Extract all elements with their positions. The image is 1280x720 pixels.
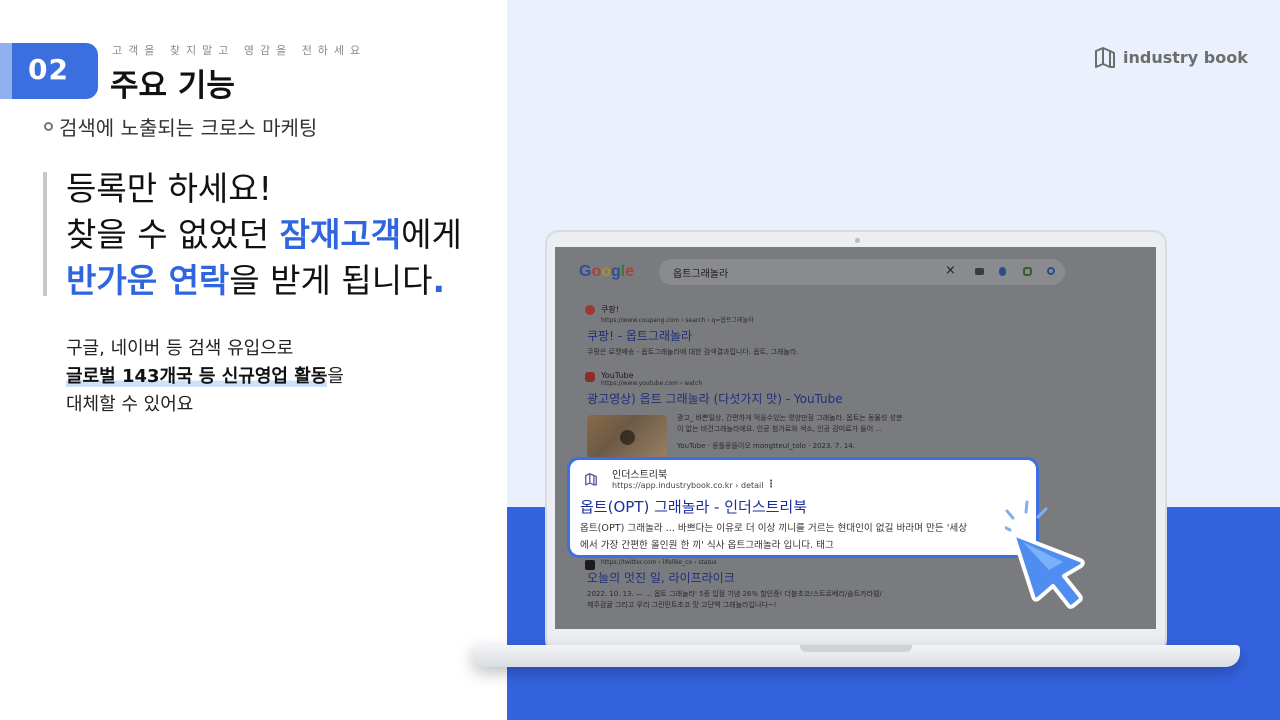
search-result[interactable]: https://twitter.com › lifelike_co › stat… [585,559,882,611]
description-line-2: 글로벌 143개국 등 신규영업 활동을 [66,363,344,391]
subtitle-text: 검색에 노출되는 크로스 마케팅 [59,116,318,140]
headline-text: 찾을 수 없었던 [66,215,280,254]
headline-text: 을 받게 됩니다 [229,261,433,300]
brand-logo: industry book [1093,45,1248,69]
youtube-favicon-icon [585,372,595,382]
search-input[interactable]: 옵트그래놀라 × [659,259,1065,285]
play-icon [620,430,635,445]
search-query: 옵트그래놀라 [673,269,729,280]
result-url: https://twitter.com › lifelike_co › stat… [601,559,717,566]
more-options-icon[interactable]: ⋮ [766,479,776,490]
result-url: https://app.industrybook.co.kr › detail [612,481,764,490]
section-number-badge: 02 [0,43,98,99]
result-meta: YouTube · 뭉틀뭉뜰이오 mongtteul_tolo · 2023. … [677,442,855,450]
description-line-1: 구글, 네이버 등 검색 유입으로 [66,338,294,359]
headline-dot: . [432,261,445,300]
lens-icon[interactable] [1023,267,1032,276]
laptop-notch [800,645,912,652]
google-logo[interactable]: Google [579,263,634,281]
google-logo-letter: o [591,263,602,280]
quote-bar [43,172,47,296]
cursor-click-icon [1005,500,1085,609]
result-snippet-line: 제주감귤 그리고 우리 그린민트초코 맛 고단백 그래놀라입니다~! [587,601,777,609]
headline-line-1: 등록만 하세요! [66,169,272,208]
result-title[interactable]: 쿠팡! - 옵트그래놀라 [587,327,799,344]
search-result[interactable]: YouTube https://www.youtube.com › watch … [585,371,843,407]
search-icon[interactable] [1047,267,1055,275]
headline-line-2: 찾을 수 없었던 잠재고객에게 [66,212,462,258]
headline: 등록만 하세요! 찾을 수 없었던 잠재고객에게 반가운 연락을 받게 됩니다. [66,166,462,304]
tagline: 고객을 찾지말고 영감을 전하세요 [112,44,367,57]
industrybook-favicon-icon [585,473,597,486]
result-snippet-line: 2022. 10. 13. — ... 옵트 그래놀라' 5종 입점 기념 26… [587,590,882,598]
video-thumbnail[interactable] [587,415,667,460]
description-text: 을 [327,366,344,387]
result-snippet: 쿠팡은 로켓배송 - 옵트그래놀라에 대한 검색결과입니다. 옵트, 그래놀라. [587,348,799,356]
headline-line-3: 반가운 연락을 받게 됩니다. [66,258,462,304]
coupang-favicon-icon [585,305,595,315]
subtitle: 검색에 노출되는 크로스 마케팅 [44,112,317,141]
result-site: 쿠팡! [601,305,619,314]
clear-icon[interactable]: × [945,263,956,278]
description-emphasis: 글로벌 143개국 등 신규영업 활동 [66,366,328,387]
headline-highlight: 잠재고객 [279,215,402,254]
highlighted-search-result[interactable]: 인더스트리북 https://app.industrybook.co.kr › … [567,457,1039,558]
book-icon [1095,47,1115,68]
result-url: https://www.coupang.com › search › q=옵트그… [601,317,754,324]
search-result[interactable]: 쿠팡! https://www.coupang.com › search › q… [585,304,799,358]
description-line-3: 대체할 수 있어요 [66,394,194,415]
result-title[interactable]: 오늘의 멋진 일, 라이프라이크 [587,569,882,586]
result-snippet: 광고_ 바쁜일상, 간편하게 먹을수있는 영양만점 그래놀라. 옵트는 동물성 … [677,413,902,452]
page-title: 주요 기능 [110,68,235,104]
headline-highlight: 반가운 연락 [66,261,230,300]
description: 구글, 네이버 등 검색 유입으로 글로벌 143개국 등 신규영업 활동을 대… [66,335,344,419]
result-title[interactable]: 옵트(OPT) 그래놀라 - 인더스트리북 [580,496,807,517]
google-logo-letter: o [601,263,612,280]
result-title[interactable]: 광고영상) 옵트 그래놀라 (다섯가지 맛) - YouTube [587,390,843,407]
result-site: YouTube [601,371,634,380]
result-site: 인더스트리북 [612,470,668,481]
camera-icon [855,238,860,243]
google-logo-letter: g [611,263,621,280]
voice-search-icon[interactable] [999,267,1006,276]
bullet-ring-icon [44,122,53,131]
result-snippet: 옵트(OPT) 그래놀라 ... 바쁘다는 이유로 더 이상 끼니를 거르는 현… [580,520,1035,554]
result-url: https://www.youtube.com › watch [601,380,703,387]
result-snippet-line: 이 없는 비건그래놀라에요. 인공 첨가료와 색소, 인공 감미료가 들어 ..… [677,425,883,433]
keyboard-icon[interactable] [975,268,984,275]
x-favicon-icon [585,560,595,570]
result-snippet: 2022. 10. 13. — ... 옵트 그래놀라' 5종 입점 기념 26… [587,589,882,611]
result-snippet-line: 옵트(OPT) 그래놀라 ... 바쁘다는 이유로 더 이상 끼니를 거르는 현… [580,523,968,534]
google-logo-letter: G [579,263,592,280]
section-number: 02 [28,53,69,86]
headline-text: 에게 [401,215,462,254]
google-logo-letter: e [625,263,635,280]
result-snippet-line: 광고_ 바쁜일상, 간편하게 먹을수있는 영양만점 그래놀라. 옵트는 동물성 … [677,414,903,422]
logo-text: industry book [1123,47,1248,67]
result-snippet-line: 에서 가장 간편한 올인원 한 끼' 식사 옵트그래놀라 입니다. 태그 [580,540,834,551]
